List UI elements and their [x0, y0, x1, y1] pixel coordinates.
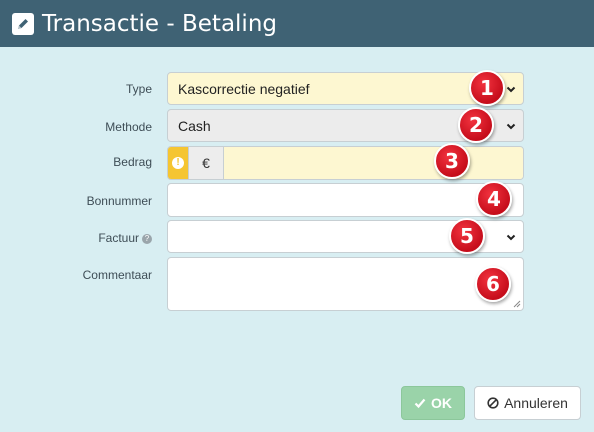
method-value: Cash [178, 117, 211, 134]
resize-handle-icon[interactable] [513, 300, 521, 308]
chevron-down-icon [506, 123, 516, 129]
marker-badge: 1 [469, 70, 505, 106]
invoice-label-row: Factuur? [12, 231, 152, 245]
dialog-title: Transactie - Betaling [42, 10, 277, 37]
comment-textarea[interactable] [167, 257, 524, 311]
pencil-square-icon [12, 12, 34, 35]
marker-badge: 3 [434, 143, 470, 179]
marker-badge: 4 [476, 181, 512, 217]
receipt-label: Bonnummer [86, 194, 152, 208]
exclamation-circle-icon: ! [172, 157, 184, 169]
cancel-label: Annuleren [504, 395, 568, 411]
cancel-button[interactable]: Annuleren [474, 386, 581, 420]
invoice-label: Factuur [98, 231, 139, 245]
currency-addon: € [188, 147, 224, 179]
amount-group: ! € [167, 146, 524, 180]
marker-badge: 5 [449, 218, 485, 254]
chevron-down-icon [506, 234, 516, 240]
warning-indicator: ! [168, 147, 188, 179]
amount-input[interactable] [224, 147, 523, 179]
type-label: Type [125, 82, 152, 96]
ok-button[interactable]: OK [401, 386, 465, 420]
ok-label: OK [431, 395, 452, 411]
chevron-down-icon [506, 86, 516, 92]
amount-label: Bedrag [113, 155, 152, 169]
ban-icon [487, 397, 499, 409]
check-icon [414, 398, 426, 409]
receipt-number-input[interactable] [167, 183, 524, 217]
type-value: Kascorrectie negatief [178, 80, 310, 97]
comment-label: Commentaar [82, 268, 152, 282]
dialog-titlebar: Transactie - Betaling [0, 0, 594, 47]
marker-badge: 6 [475, 266, 511, 302]
marker-badge: 2 [458, 107, 494, 143]
question-circle-icon[interactable]: ? [142, 234, 152, 244]
method-label: Methode [105, 120, 152, 134]
